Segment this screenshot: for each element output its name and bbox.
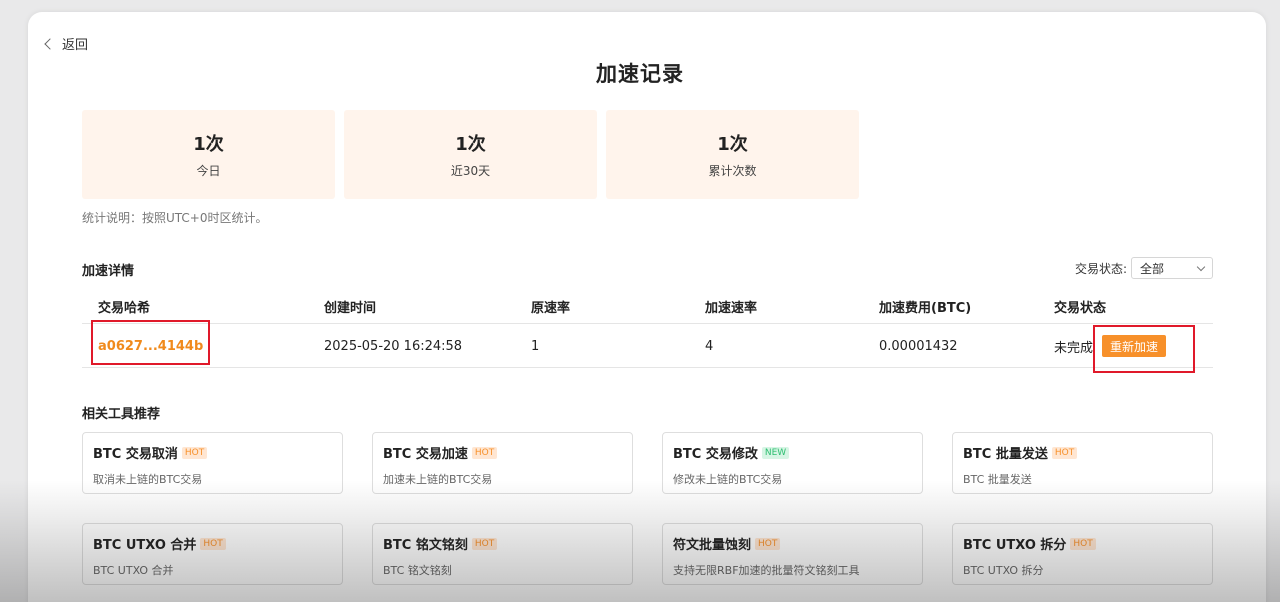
hot-badge: HOT bbox=[181, 446, 208, 459]
details-title: 加速详情 bbox=[82, 264, 135, 279]
tool-name: BTC 批量发送 bbox=[963, 447, 1048, 462]
tool-desc: BTC 批量发送 bbox=[963, 473, 1032, 486]
stat-value: 1次 bbox=[193, 134, 224, 155]
back-button[interactable]: 返回 bbox=[44, 34, 89, 53]
tool-card-btc-cancel[interactable]: BTC 交易取消 HOT 取消未上链的BTC交易 bbox=[82, 432, 343, 494]
select-value: 全部 bbox=[1140, 261, 1165, 276]
new-badge: NEW bbox=[761, 446, 790, 459]
tools-title: 相关工具推荐 bbox=[82, 407, 161, 422]
stats-row: 1次 今日 1次 近30天 1次 累计次数 bbox=[82, 110, 859, 199]
tool-desc: BTC UTXO 拆分 bbox=[963, 564, 1044, 577]
status-text: 未完成 bbox=[1054, 340, 1094, 356]
col-fee: 加速费用(BTC) bbox=[879, 301, 972, 316]
tool-card-inscription[interactable]: BTC 铭文铭刻 HOT BTC 铭文铭刻 bbox=[372, 523, 633, 585]
accel-rate: 4 bbox=[705, 338, 714, 354]
hot-badge: HOT bbox=[1070, 537, 1096, 550]
tool-card-btc-modify[interactable]: BTC 交易修改 NEW 修改未上链的BTC交易 bbox=[662, 432, 923, 494]
hot-badge: HOT bbox=[200, 537, 226, 550]
status-filter: 交易状态: 全部 bbox=[1075, 257, 1213, 279]
tool-card-btc-batch-send[interactable]: BTC 批量发送 HOT BTC 批量发送 bbox=[952, 432, 1213, 494]
col-hash: 交易哈希 bbox=[98, 301, 151, 316]
stat-label: 近30天 bbox=[450, 164, 491, 178]
orig-rate: 1 bbox=[531, 338, 540, 354]
tool-card-utxo-split[interactable]: BTC UTXO 拆分 HOT BTC UTXO 拆分 bbox=[952, 523, 1213, 585]
hot-badge: HOT bbox=[471, 446, 498, 459]
page-title: 加速记录 bbox=[596, 62, 684, 86]
tool-desc: 加速未上链的BTC交易 bbox=[383, 473, 493, 486]
tool-card-btc-accelerate[interactable]: BTC 交易加速 HOT 加速未上链的BTC交易 bbox=[372, 432, 633, 494]
tool-desc: BTC 铭文铭刻 bbox=[383, 564, 452, 577]
stat-label: 累计次数 bbox=[708, 164, 757, 178]
stat-value: 1次 bbox=[717, 134, 748, 155]
created-time: 2025-05-20 16:24:58 bbox=[324, 338, 463, 354]
tool-name: BTC UTXO 拆分 bbox=[963, 538, 1067, 553]
chevron-down-icon bbox=[1196, 262, 1206, 271]
stat-today: 1次 今日 bbox=[82, 110, 335, 199]
accel-fee: 0.00001432 bbox=[879, 338, 958, 354]
hot-badge: HOT bbox=[471, 537, 498, 550]
tool-name: BTC 铭文铭刻 bbox=[383, 538, 468, 553]
stat-total: 1次 累计次数 bbox=[606, 110, 859, 199]
chevron-left-icon bbox=[44, 37, 56, 50]
back-label: 返回 bbox=[62, 38, 89, 53]
hot-badge: HOT bbox=[1051, 446, 1078, 459]
tool-name: 符文批量蚀刻 bbox=[673, 538, 752, 553]
tool-card-rune-etch[interactable]: 符文批量蚀刻 HOT 支持无限RBF加速的批量符文铭刻工具 bbox=[662, 523, 923, 585]
tool-desc: BTC UTXO 合并 bbox=[93, 564, 174, 577]
filter-label: 交易状态: bbox=[1074, 261, 1127, 276]
col-accel-rate: 加速速率 bbox=[705, 301, 758, 316]
hot-badge: HOT bbox=[755, 537, 781, 550]
tool-name: BTC 交易修改 bbox=[673, 447, 758, 462]
tool-card-utxo-merge[interactable]: BTC UTXO 合并 HOT BTC UTXO 合并 bbox=[82, 523, 343, 585]
tool-name: BTC UTXO 合并 bbox=[93, 538, 197, 553]
col-orig-rate: 原速率 bbox=[531, 301, 571, 316]
tool-desc: 修改未上链的BTC交易 bbox=[673, 473, 783, 486]
tool-name: BTC 交易加速 bbox=[383, 447, 468, 462]
tool-name: BTC 交易取消 bbox=[93, 447, 178, 462]
stat-label: 今日 bbox=[196, 164, 221, 178]
highlight-box-action bbox=[1093, 325, 1195, 373]
table-row: a0627...4144b 2025-05-20 16:24:58 1 4 0.… bbox=[82, 325, 1213, 368]
tool-desc: 支持无限RBF加速的批量符文铭刻工具 bbox=[673, 564, 860, 577]
tool-desc: 取消未上链的BTC交易 bbox=[93, 473, 203, 486]
table-header: 交易哈希 创建时间 原速率 加速速率 加速费用(BTC) 交易状态 bbox=[82, 290, 1213, 324]
col-created: 创建时间 bbox=[324, 301, 377, 316]
status-select[interactable]: 全部 bbox=[1131, 257, 1213, 279]
highlight-box-hash bbox=[91, 320, 210, 365]
stat-value: 1次 bbox=[455, 134, 486, 155]
stats-note: 统计说明：按照UTC+0时区统计。 bbox=[82, 211, 268, 225]
col-status: 交易状态 bbox=[1054, 301, 1107, 316]
stat-30-days: 1次 近30天 bbox=[344, 110, 597, 199]
